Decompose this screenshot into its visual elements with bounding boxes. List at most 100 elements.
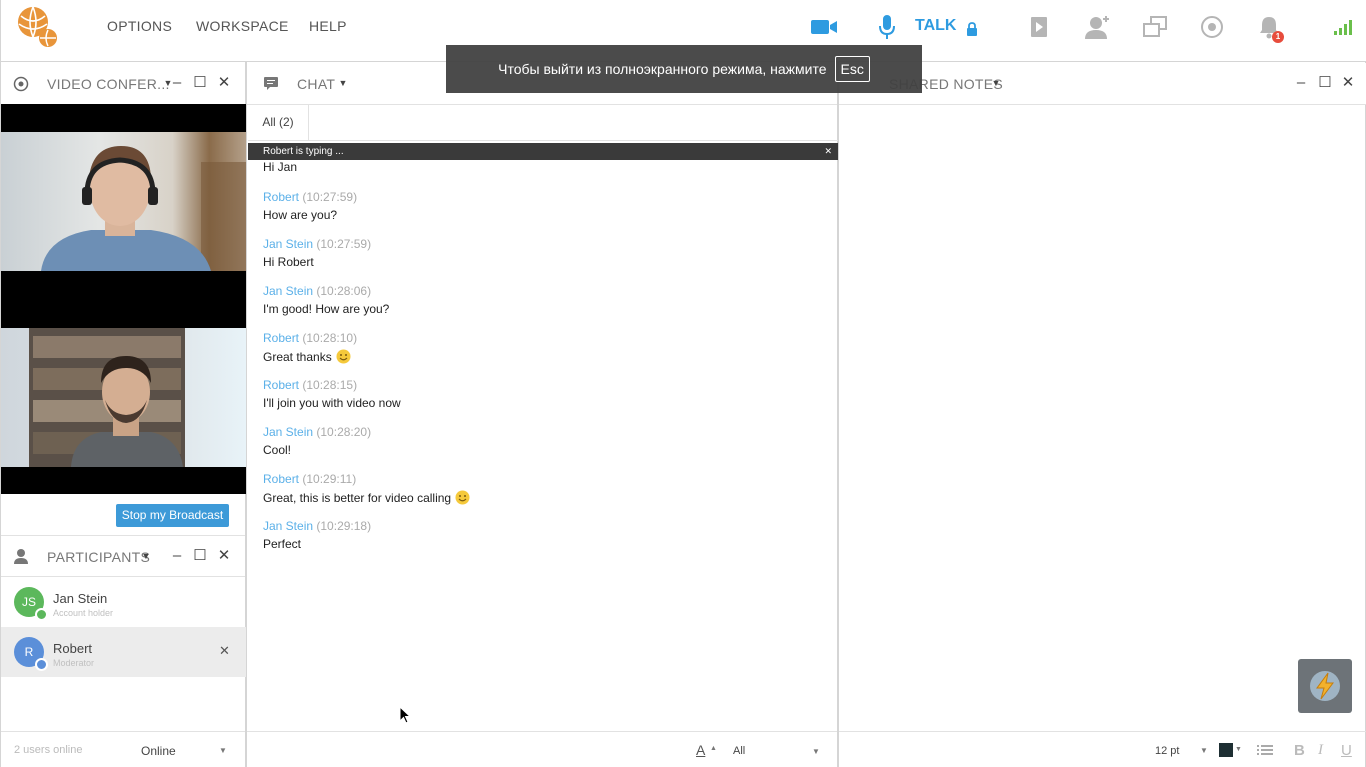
participant-item-jan[interactable]: JS Jan Stein Account holder [1,577,246,627]
talk-button[interactable]: TALK [915,17,956,35]
message-timestamp: (10:29:11) [302,472,357,486]
presentation-icon[interactable] [1024,12,1054,42]
message-timestamp: (10:29:18) [316,519,372,533]
participants-panel-title[interactable]: PARTICIPANTS [47,549,150,565]
chevron-down-icon[interactable]: ▼ [1235,746,1242,753]
font-color-icon[interactable]: A [696,742,705,758]
mouse-cursor-icon [399,706,411,724]
message-sender[interactable]: Robert [263,472,299,486]
users-online-count: 2 users online [14,744,83,756]
remove-participant-icon[interactable]: ✕ [219,643,230,659]
message-body: Perfect [263,537,371,551]
list-icon[interactable] [1257,744,1273,756]
video-feed-person [29,328,185,467]
text-color-swatch[interactable] [1219,743,1233,757]
app-logo-icon[interactable] [13,4,59,50]
message-sender[interactable]: Robert [263,378,299,392]
maximize-icon[interactable]: ☐ [1315,73,1335,93]
close-icon[interactable]: ✕ [824,143,832,160]
bold-button[interactable]: B [1294,742,1305,759]
minimize-icon[interactable]: – [1291,73,1311,93]
chat-bubble-icon [264,77,278,90]
chevron-down-icon[interactable]: ▼ [219,746,227,755]
message-header: Robert (10:28:10) [263,331,357,347]
font-size-select[interactable]: 12 pt [1155,745,1179,757]
dropdown-caret-icon[interactable]: ▼ [986,73,1006,93]
message-sender[interactable]: Jan Stein [263,519,313,533]
chat-message: Jan Stein (10:27:59) Hi Robert [263,237,371,269]
participants-panel-header: PARTICIPANTS ▼ – ☐ ✕ [1,535,245,577]
close-icon[interactable]: ✕ [214,546,234,566]
smiley-emoji-icon [455,490,470,505]
caret-up-icon[interactable]: ▲ [710,745,717,752]
minimize-icon[interactable]: – [167,73,187,93]
message-text: Perfect [263,537,302,551]
message-body: Hi Robert [263,255,371,269]
esc-key-hint: Esc [834,56,870,82]
chat-message-partial: Hi Jan [263,160,297,174]
lightning-icon [1310,671,1340,701]
participant-role: Moderator [53,658,95,668]
participant-name: Jan Stein [53,591,108,606]
fullscreen-toast: Чтобы выйти из полноэкранного режима, на… [446,45,922,93]
underline-button[interactable]: U [1341,742,1352,759]
message-body: I'll join you with video now [263,396,401,410]
video-panel-title[interactable]: VIDEO CONFER... [47,76,170,92]
close-icon[interactable]: ✕ [1338,73,1358,93]
moderator-status-icon [35,658,48,671]
message-sender[interactable]: Robert [263,331,299,345]
record-icon[interactable] [1197,12,1227,42]
message-sender[interactable]: Jan Stein [263,284,313,298]
participant-item-robert[interactable]: R Robert Moderator ✕ [1,627,246,677]
video-feed-jan[interactable] [1,132,246,271]
chat-message: Robert (10:28:15) I'll join you with vide… [263,378,401,410]
microphone-icon[interactable] [872,12,902,42]
typing-indicator: Robert is typing ... ✕ [248,143,838,160]
stop-broadcast-button[interactable]: Stop my Broadcast [116,504,229,527]
message-text: Hi Robert [263,255,314,269]
maximize-icon[interactable]: ☐ [190,546,210,566]
message-text: Cool! [263,443,292,457]
status-select[interactable]: Online [141,744,176,758]
video-panel-header: VIDEO CONFER... ▼ – ☐ ✕ [1,63,245,105]
chat-recipient-select[interactable]: All [733,745,745,757]
message-sender[interactable]: Jan Stein [263,237,313,251]
message-body: Great, this is better for video calling [263,490,470,505]
message-timestamp: (10:28:06) [316,284,372,298]
message-body: Cool! [263,443,371,457]
menu-help[interactable]: HELP [309,18,347,34]
chat-panel-title[interactable]: CHAT [297,76,335,92]
message-header: Jan Stein (10:29:18) [263,519,371,535]
notes-footer: 12 pt ▼ ▼ B I U [839,731,1366,767]
typing-text: Robert is typing ... [263,146,344,157]
message-sender[interactable]: Jan Stein [263,425,313,439]
maximize-icon[interactable]: ☐ [190,73,210,93]
dropdown-caret-icon[interactable]: ▼ [136,546,156,566]
message-timestamp: (10:28:10) [302,331,358,345]
add-user-icon[interactable] [1083,12,1113,42]
message-text: How are you? [263,208,338,222]
message-sender[interactable]: Robert [263,190,299,204]
screenshare-icon[interactable] [1140,12,1170,42]
close-icon[interactable]: ✕ [214,73,234,93]
chevron-down-icon[interactable]: ▼ [812,747,820,756]
minimize-icon[interactable]: – [167,546,187,566]
participants-footer: 2 users online Online ▼ [1,731,245,767]
menu-workspace[interactable]: WORKSPACE [196,18,289,34]
shared-notes-editor[interactable] [839,105,1366,731]
italic-button[interactable]: I [1318,742,1323,759]
participant-name: Robert [53,641,93,656]
video-feed-robert[interactable] [1,328,246,467]
chat-message: Jan Stein (10:28:20) Cool! [263,425,371,457]
video-camera-icon[interactable] [809,12,839,42]
message-header: Robert (10:28:15) [263,378,401,394]
menu-options[interactable]: OPTIONS [107,18,172,34]
tab-all[interactable]: All (2) [248,104,309,141]
chat-message: Robert (10:28:10) Great thanks [263,331,357,364]
dropdown-caret-icon[interactable]: ▼ [333,73,353,93]
notification-badge: 1 [1272,31,1284,43]
toast-text: Чтобы выйти из полноэкранного режима, на… [498,61,827,77]
message-text: Hi Jan [263,160,298,174]
extension-lightning-button[interactable] [1298,659,1352,713]
chevron-down-icon[interactable]: ▼ [1200,746,1208,755]
